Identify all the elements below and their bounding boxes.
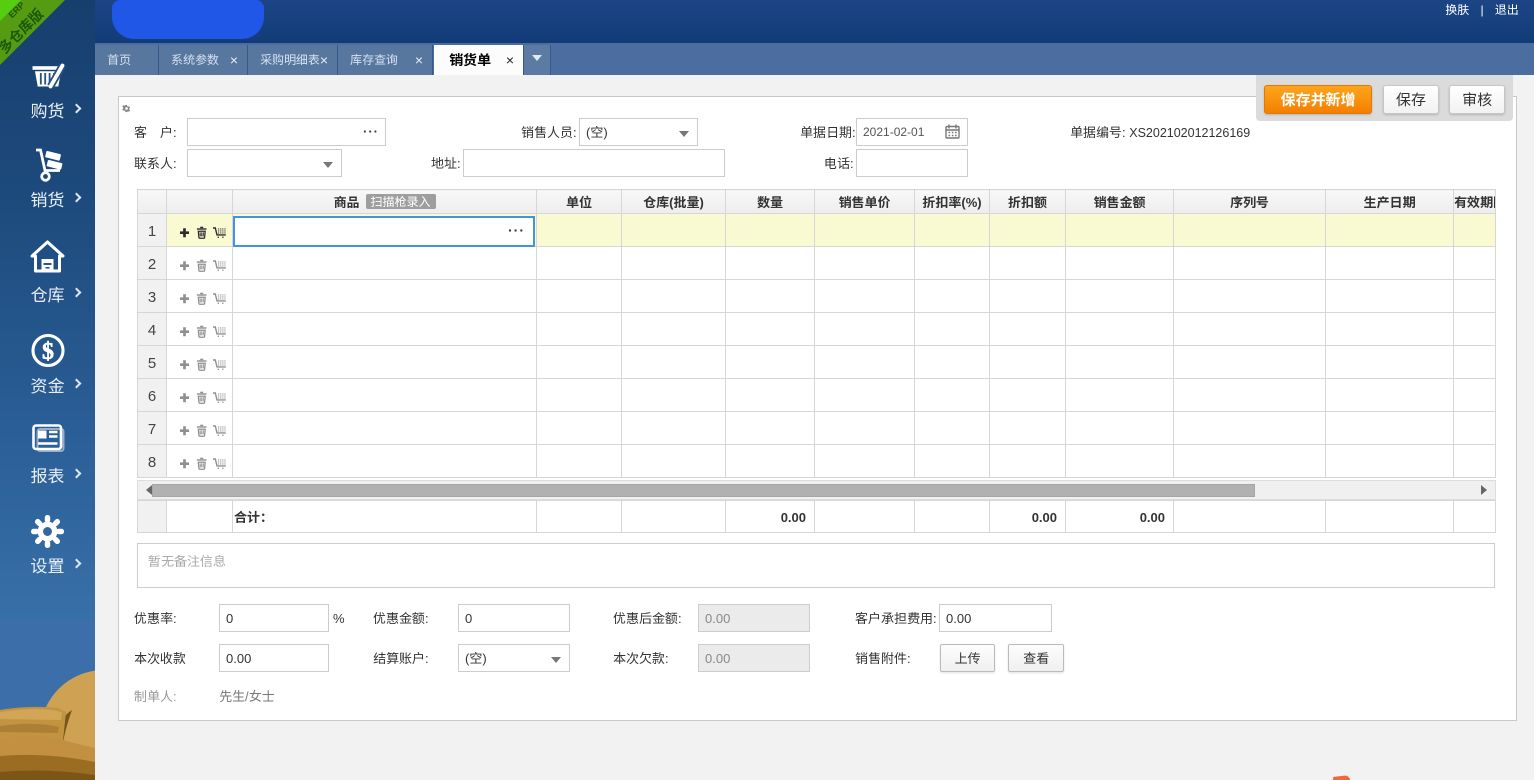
svg-text:$: $ (42, 339, 54, 365)
